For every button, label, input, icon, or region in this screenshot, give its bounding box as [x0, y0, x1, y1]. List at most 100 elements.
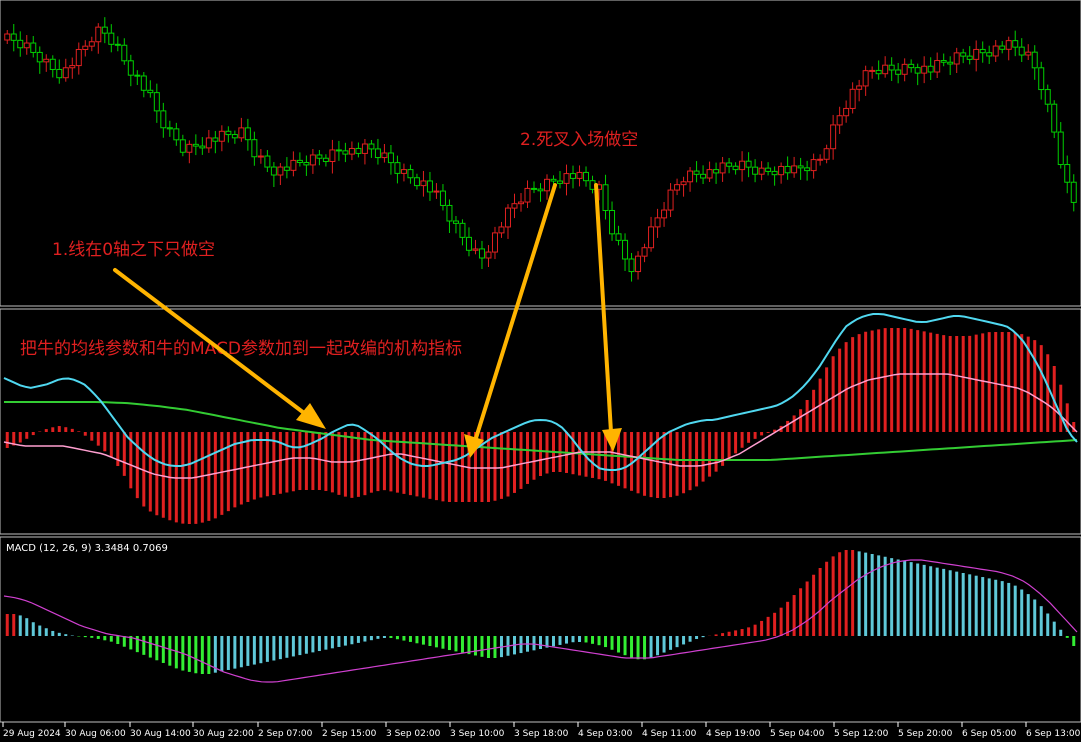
- annotation-note-2: 2.死叉入场做空: [520, 130, 638, 150]
- candle-body: [530, 187, 537, 190]
- candle-body: [186, 143, 193, 153]
- candle-body: [700, 173, 707, 179]
- candle-body: [1051, 103, 1058, 133]
- candle-body: [687, 170, 694, 183]
- candle-body: [355, 147, 362, 154]
- candle-body: [82, 45, 89, 50]
- candle-body: [212, 137, 219, 142]
- candle-body: [199, 145, 206, 149]
- candle-body: [843, 107, 850, 117]
- candle-body: [238, 127, 245, 139]
- candle-body: [69, 65, 76, 69]
- candle-body: [979, 48, 986, 54]
- x-tick-label: 2 Sep 07:00: [258, 729, 313, 739]
- candle-body: [361, 143, 368, 154]
- candle-body: [270, 166, 277, 176]
- candle-body: [43, 58, 50, 63]
- candle-body: [999, 45, 1006, 50]
- candle-body: [400, 169, 407, 174]
- candle-body: [407, 169, 414, 179]
- candle-body: [940, 60, 947, 63]
- x-tick-label: 6 Sep 05:00: [962, 729, 1017, 739]
- candle-body: [205, 137, 212, 149]
- candle-body: [713, 169, 720, 174]
- candle-body: [875, 69, 882, 75]
- candle-body: [895, 69, 902, 75]
- candle-body: [290, 159, 297, 171]
- x-tick-label: 30 Aug 06:00: [65, 729, 126, 739]
- candle-body: [30, 42, 37, 53]
- candle-body: [465, 236, 472, 251]
- price-panel[interactable]: [0, 0, 1081, 307]
- candle-body: [693, 170, 700, 175]
- x-tick-label: 4 Sep 03:00: [578, 729, 633, 739]
- candle-body: [927, 65, 934, 73]
- candle-body: [732, 165, 739, 171]
- candle-body: [830, 124, 837, 150]
- candle-body: [667, 189, 674, 211]
- candle-body: [615, 233, 622, 241]
- candle-body: [225, 130, 232, 136]
- candle-body: [342, 150, 349, 155]
- candle-body: [856, 85, 863, 90]
- candle-body: [966, 55, 973, 60]
- annotation-note-1: 1.线在0轴之下只做空: [52, 240, 215, 260]
- candle-body: [706, 169, 713, 179]
- candle-body: [368, 143, 375, 150]
- candle-body: [439, 190, 446, 206]
- candle-body: [504, 207, 511, 228]
- candle-body: [908, 63, 915, 69]
- candle-body: [576, 171, 583, 179]
- candle-body: [1018, 46, 1025, 56]
- candle-body: [160, 110, 167, 129]
- candle-body: [166, 127, 173, 130]
- candle-body: [771, 170, 778, 176]
- candle-body: [316, 154, 323, 159]
- candle-body: [498, 226, 505, 234]
- x-tick-label: 6 Sep 13:00: [1026, 729, 1081, 739]
- candle-body: [947, 61, 954, 65]
- candle-body: [147, 89, 154, 94]
- candle-body: [511, 203, 518, 209]
- candle-body: [752, 166, 759, 175]
- candle-body: [17, 39, 24, 49]
- candle-body: [36, 51, 43, 63]
- candle-body: [381, 152, 388, 159]
- candle-body: [108, 32, 115, 45]
- candle-body: [719, 162, 726, 174]
- candle-body: [433, 190, 440, 193]
- candle-body: [654, 217, 661, 228]
- candle-body: [537, 188, 544, 192]
- candle-body: [173, 128, 180, 141]
- candle-body: [986, 52, 993, 57]
- candle-body: [524, 187, 531, 203]
- x-tick-label: 30 Aug 14:00: [130, 729, 191, 739]
- candle-body: [817, 158, 824, 161]
- candle-body: [420, 180, 427, 187]
- candle-body: [283, 166, 290, 171]
- candle-body: [648, 226, 655, 249]
- x-tick-label: 3 Sep 18:00: [514, 729, 569, 739]
- x-tick-label: 30 Aug 22:00: [193, 729, 254, 739]
- trading-chart: 29 Aug 2024 30 Aug 06:00 30 Aug 14:00 30 Au…: [0, 0, 1081, 739]
- candle-body: [62, 67, 69, 79]
- candle-body: [134, 74, 141, 77]
- candle-body: [570, 173, 577, 179]
- candle-body: [862, 70, 869, 87]
- candle-body: [517, 201, 524, 205]
- candle-body: [836, 115, 843, 126]
- candle-body: [153, 92, 160, 112]
- candle-body: [485, 251, 492, 259]
- candle-body: [1070, 181, 1077, 203]
- candle-body: [413, 177, 420, 187]
- indicator-subtitle: 把牛的均线参数和牛的MACD参数加到一起改编的机构指标: [20, 339, 462, 359]
- candle-body: [244, 127, 251, 141]
- candle-body: [491, 232, 498, 253]
- candle-body: [10, 33, 17, 41]
- candle-body: [348, 147, 355, 155]
- candle-body: [101, 26, 108, 34]
- x-tick-label: 5 Sep 20:00: [898, 729, 953, 739]
- candle-body: [849, 88, 856, 109]
- candle-body: [921, 65, 928, 74]
- candle-body: [277, 166, 284, 176]
